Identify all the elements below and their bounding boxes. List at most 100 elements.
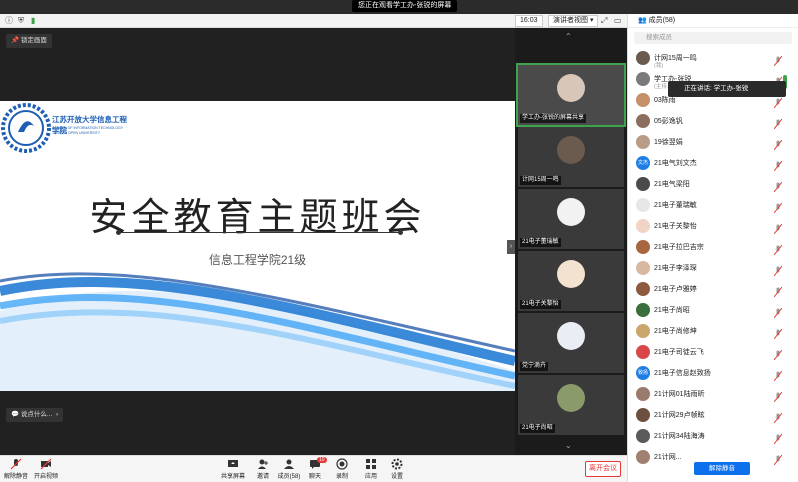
mic-muted-icon[interactable] [773, 137, 783, 151]
member-row[interactable]: 21计网29卢帧眩 [628, 405, 788, 426]
scroll-up-icon[interactable]: ⌃ [565, 32, 572, 41]
member-row[interactable]: 21电子尚昭 [628, 300, 788, 321]
info-icon[interactable]: ⓘ [5, 16, 13, 26]
underline-dot-right [398, 230, 403, 235]
mic-muted-icon[interactable] [773, 263, 783, 277]
mic-muted-icon[interactable] [773, 221, 783, 235]
mic-muted-icon[interactable] [773, 389, 783, 403]
mute-button[interactable]: 解除静音 [2, 458, 30, 480]
mic-muted-icon[interactable] [773, 452, 783, 466]
lock-view-button[interactable]: 📌 锁定画面 [6, 34, 52, 48]
member-row[interactable]: 19徐翌娟 [628, 132, 788, 153]
member-avatar: 致扬 [636, 366, 650, 380]
member-name: 21计网... [654, 454, 682, 461]
member-row[interactable]: 致扬 21电子信息赵致扬 [628, 363, 788, 384]
member-row[interactable]: 文杰 21电气刘文杰 [628, 153, 788, 174]
chat-badge: 10 [317, 457, 327, 463]
tile-name: 党宁滴卉 [520, 362, 549, 371]
member-avatar [636, 345, 650, 359]
participant-avatar [557, 384, 585, 412]
member-avatar [636, 387, 650, 401]
member-row[interactable]: 21电子董瑞敏 [628, 195, 788, 216]
mic-muted-icon[interactable] [773, 305, 783, 319]
member-name: 21电子董瑞敏 [654, 202, 697, 209]
member-avatar: 文杰 [636, 156, 650, 170]
video-label: 开启视频 [33, 474, 58, 480]
fullscreen-icon[interactable]: ⤢ [601, 16, 607, 26]
settings-label: 设置 [390, 474, 403, 480]
record-icon [336, 458, 348, 470]
mic-muted-icon[interactable] [773, 410, 783, 424]
invite-button[interactable]: 邀请 [249, 458, 277, 480]
presentation-slide: 江苏开放大学信息工程学院 SCHOOL OF INFORMATION TECHN… [0, 101, 515, 391]
member-row[interactable]: 21电子关黎怡 [628, 216, 788, 237]
members-button[interactable]: 成员(58) [275, 458, 303, 480]
view-mode-button[interactable]: 演讲者视图 ▾ [548, 15, 599, 27]
collapse-gallery-icon[interactable]: › [507, 240, 515, 254]
video-tile[interactable]: 21电子董瑞敏 [518, 189, 624, 249]
tile-name: 21电子尚昭 [520, 424, 555, 433]
say-something-label: 说点什么... [20, 411, 53, 418]
member-row[interactable]: 21电子拉巴吉宗 [628, 237, 788, 258]
mic-muted-icon[interactable] [773, 368, 783, 382]
member-search-input[interactable]: 搜索成员 [634, 32, 792, 44]
participant-avatar [557, 260, 585, 288]
mic-muted-icon[interactable] [773, 116, 783, 130]
participant-avatar [557, 74, 585, 102]
member-avatar [636, 303, 650, 317]
shield-icon[interactable]: ⛨ [18, 16, 24, 26]
tile-name: 21电子董瑞敏 [520, 238, 561, 247]
member-row[interactable]: 21计网01陆雨昕 [628, 384, 788, 405]
member-avatar [636, 429, 650, 443]
shared-screen-stage: 📌 锁定画面 江苏开放大学信息工程学院 SCHOOL OF INFORMATIO… [0, 28, 515, 455]
logo-subtext-1: SCHOOL OF INFORMATION TECHNOLOGY [52, 126, 124, 130]
mic-muted-icon[interactable] [773, 242, 783, 256]
layout-icon[interactable]: ▭ [614, 16, 622, 26]
member-row[interactable]: 21电气梁阳 [628, 174, 788, 195]
member-row[interactable]: 计网15周一鸣 (我) [628, 48, 788, 69]
member-avatar [636, 93, 650, 107]
member-name: 21电子李泽琛 [654, 265, 697, 272]
member-row[interactable]: 21电子卢雅婷 [628, 279, 788, 300]
signal-icon[interactable]: ▮ [31, 16, 35, 26]
apps-button[interactable]: 应用 [357, 458, 385, 480]
participant-avatar [557, 136, 585, 164]
member-name: 21电子信息赵致扬 [654, 370, 711, 377]
video-button[interactable]: 开启视频 [32, 458, 60, 480]
underline-dot-left [116, 230, 121, 235]
chat-button[interactable]: 10 聊天 [301, 457, 329, 480]
leave-meeting-button[interactable]: 离开会议 [585, 461, 621, 477]
mic-muted-icon[interactable] [773, 200, 783, 214]
share-screen-button[interactable]: 共享屏幕 [219, 458, 247, 480]
scroll-down-icon[interactable]: ⌄ [565, 441, 572, 450]
mic-muted-icon[interactable] [773, 53, 783, 67]
member-row[interactable]: 21电子李泽琛 [628, 258, 788, 279]
record-button[interactable]: 录制 [328, 458, 356, 480]
mic-muted-icon[interactable] [773, 431, 783, 445]
video-tile[interactable]: 21电子尚昭 [518, 375, 624, 435]
video-tile[interactable]: 学工办-张锐的屏幕共享 [516, 63, 626, 127]
member-name: 21计网29卢帧眩 [654, 412, 705, 419]
mic-muted-icon[interactable] [773, 326, 783, 340]
mic-muted-icon[interactable] [773, 158, 783, 172]
video-tile[interactable]: 21电子关黎怡 [518, 251, 624, 311]
members-label: 成员(58) [277, 474, 301, 480]
settings-button[interactable]: 设置 [383, 458, 411, 480]
member-avatar [636, 282, 650, 296]
mic-muted-icon[interactable] [773, 284, 783, 298]
member-row[interactable]: 21电子尚修坤 [628, 321, 788, 342]
member-row[interactable]: 21电子司徒云飞 [628, 342, 788, 363]
mute-label: 解除静音 [3, 474, 28, 480]
mic-muted-icon[interactable] [773, 179, 783, 193]
members-panel-header: 👥 成员(58) [628, 14, 798, 28]
video-tile[interactable]: 计网15周一鸣 [518, 127, 624, 187]
member-row[interactable]: 21计网34陆海涛 [628, 426, 788, 447]
unmute-all-button[interactable]: 解除静音 [694, 462, 750, 475]
mic-muted-icon[interactable] [773, 347, 783, 361]
video-tile[interactable]: 党宁滴卉 [518, 313, 624, 373]
say-something-button[interactable]: 💬 说点什么... ‹ [6, 408, 64, 422]
camera-off-icon [40, 458, 52, 470]
member-name: 21计网34陆海涛 [654, 433, 705, 440]
member-row[interactable]: 05彭逸钒 [628, 111, 788, 132]
invite-label: 邀请 [256, 474, 269, 480]
